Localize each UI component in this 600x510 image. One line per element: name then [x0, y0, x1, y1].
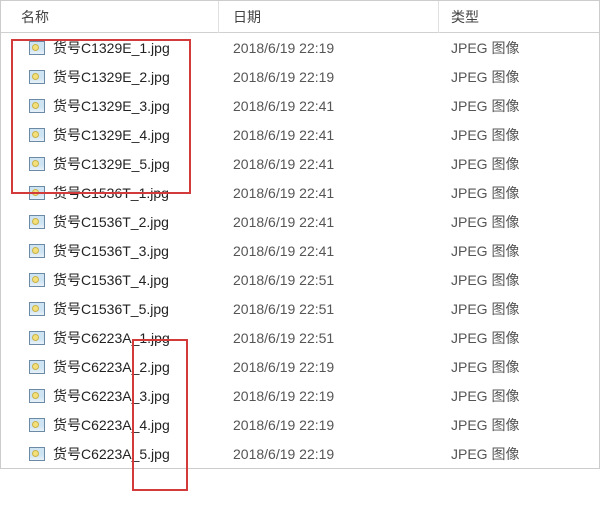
file-name-cell[interactable]: 货号C6223A_2.jpg: [1, 357, 219, 377]
file-name-cell[interactable]: 货号C1536T_5.jpg: [1, 299, 219, 319]
file-explorer-window: 名称 日期 类型 货号C1329E_1.jpg2018/6/19 22:19JP…: [0, 0, 600, 469]
file-name-text: 货号C6223A_1.jpg: [53, 328, 170, 348]
file-row[interactable]: 货号C1329E_2.jpg 2018/6/19 22:19JPEG 图像: [1, 62, 599, 91]
image-file-icon: [29, 157, 45, 171]
image-file-icon: [29, 418, 45, 432]
file-date-cell: 2018/6/19 22:51: [219, 330, 439, 346]
file-type-cell: JPEG 图像: [439, 67, 599, 87]
file-date-cell: 2018/6/19 22:19: [219, 69, 439, 85]
image-file-icon: [29, 331, 45, 345]
file-type-cell: JPEG 图像: [439, 328, 599, 348]
file-row[interactable]: 货号C1536T_5.jpg 2018/6/19 22:51JPEG 图像: [1, 294, 599, 323]
file-date-cell: 2018/6/19 22:51: [219, 301, 439, 317]
file-name-cell[interactable]: 货号C6223A_3.jpg: [1, 386, 219, 406]
column-header-name[interactable]: 名称: [1, 1, 219, 33]
file-type-cell: JPEG 图像: [439, 386, 599, 406]
image-file-icon: [29, 447, 45, 461]
file-date-cell: 2018/6/19 22:19: [219, 446, 439, 462]
file-date-cell: 2018/6/19 22:19: [219, 417, 439, 433]
file-name-cell[interactable]: 货号C1329E_2.jpg: [1, 67, 219, 87]
file-date-cell: 2018/6/19 22:41: [219, 156, 439, 172]
file-date-cell: 2018/6/19 22:19: [219, 40, 439, 56]
file-row[interactable]: 货号C6223A_1.jpg 2018/6/19 22:51JPEG 图像: [1, 323, 599, 352]
file-name-cell[interactable]: 货号C1536T_3.jpg: [1, 241, 219, 261]
file-name-cell[interactable]: 货号C6223A_5.jpg: [1, 444, 219, 464]
image-file-icon: [29, 302, 45, 316]
file-row[interactable]: 货号C6223A_2.jpg 2018/6/19 22:19JPEG 图像: [1, 352, 599, 381]
file-row[interactable]: 货号C6223A_3.jpg 2018/6/19 22:19JPEG 图像: [1, 381, 599, 410]
file-date-cell: 2018/6/19 22:41: [219, 214, 439, 230]
file-row[interactable]: 货号C6223A_5.jpg 2018/6/19 22:19JPEG 图像: [1, 439, 599, 468]
file-name-cell[interactable]: 货号C1329E_1.jpg: [1, 38, 219, 58]
image-file-icon: [29, 244, 45, 258]
image-file-icon: [29, 99, 45, 113]
file-date-cell: 2018/6/19 22:19: [219, 359, 439, 375]
file-name-cell[interactable]: 货号C1329E_3.jpg: [1, 96, 219, 116]
column-header-row: 名称 日期 类型: [1, 1, 599, 33]
image-file-icon: [29, 128, 45, 142]
file-name-text: 货号C1536T_1.jpg: [53, 183, 169, 203]
file-name-text: 货号C6223A_5.jpg: [53, 444, 170, 464]
image-file-icon: [29, 70, 45, 84]
file-type-cell: JPEG 图像: [439, 357, 599, 377]
file-type-cell: JPEG 图像: [439, 444, 599, 464]
file-name-text: 货号C1536T_5.jpg: [53, 299, 169, 319]
file-date-cell: 2018/6/19 22:41: [219, 127, 439, 143]
image-file-icon: [29, 273, 45, 287]
file-name-cell[interactable]: 货号C1536T_2.jpg: [1, 212, 219, 232]
file-name-text: 货号C1329E_4.jpg: [53, 125, 170, 145]
file-row[interactable]: 货号C6223A_4.jpg 2018/6/19 22:19JPEG 图像: [1, 410, 599, 439]
file-type-cell: JPEG 图像: [439, 183, 599, 203]
file-type-cell: JPEG 图像: [439, 96, 599, 116]
file-name-text: 货号C1536T_2.jpg: [53, 212, 169, 232]
file-date-cell: 2018/6/19 22:41: [219, 98, 439, 114]
file-date-cell: 2018/6/19 22:41: [219, 185, 439, 201]
image-file-icon: [29, 215, 45, 229]
file-name-text: 货号C6223A_3.jpg: [53, 386, 170, 406]
file-row[interactable]: 货号C1536T_1.jpg 2018/6/19 22:41JPEG 图像: [1, 178, 599, 207]
file-name-text: 货号C1329E_3.jpg: [53, 96, 170, 116]
file-row[interactable]: 货号C1329E_3.jpg 2018/6/19 22:41JPEG 图像: [1, 91, 599, 120]
file-list: 货号C1329E_1.jpg2018/6/19 22:19JPEG 图像货号C1…: [1, 33, 599, 468]
file-type-cell: JPEG 图像: [439, 38, 599, 58]
file-row[interactable]: 货号C1329E_5.jpg 2018/6/19 22:41JPEG 图像: [1, 149, 599, 178]
file-name-cell[interactable]: 货号C1536T_1.jpg: [1, 183, 219, 203]
image-file-icon: [29, 360, 45, 374]
file-name-cell[interactable]: 货号C1329E_4.jpg: [1, 125, 219, 145]
file-type-cell: JPEG 图像: [439, 125, 599, 145]
file-type-cell: JPEG 图像: [439, 241, 599, 261]
file-type-cell: JPEG 图像: [439, 299, 599, 319]
file-row[interactable]: 货号C1329E_1.jpg 2018/6/19 22:19JPEG 图像: [1, 33, 599, 62]
column-header-date[interactable]: 日期: [219, 1, 439, 33]
image-file-icon: [29, 186, 45, 200]
image-file-icon: [29, 41, 45, 55]
file-name-text: 货号C6223A_2.jpg: [53, 357, 170, 377]
file-row[interactable]: 货号C1536T_2.jpg 2018/6/19 22:41JPEG 图像: [1, 207, 599, 236]
file-type-cell: JPEG 图像: [439, 270, 599, 290]
column-header-type[interactable]: 类型: [439, 1, 599, 33]
file-row[interactable]: 货号C1329E_4.jpg 2018/6/19 22:41JPEG 图像: [1, 120, 599, 149]
file-name-cell[interactable]: 货号C6223A_4.jpg: [1, 415, 219, 435]
file-name-text: 货号C1329E_5.jpg: [53, 154, 170, 174]
file-row[interactable]: 货号C1536T_4.jpg 2018/6/19 22:51JPEG 图像: [1, 265, 599, 294]
file-name-cell[interactable]: 货号C1329E_5.jpg: [1, 154, 219, 174]
file-name-cell[interactable]: 货号C6223A_1.jpg: [1, 328, 219, 348]
file-name-cell[interactable]: 货号C1536T_4.jpg: [1, 270, 219, 290]
file-date-cell: 2018/6/19 22:19: [219, 388, 439, 404]
file-name-text: 货号C1536T_3.jpg: [53, 241, 169, 261]
file-date-cell: 2018/6/19 22:51: [219, 272, 439, 288]
file-name-text: 货号C1536T_4.jpg: [53, 270, 169, 290]
file-row[interactable]: 货号C1536T_3.jpg 2018/6/19 22:41JPEG 图像: [1, 236, 599, 265]
file-name-text: 货号C1329E_1.jpg: [53, 38, 170, 58]
file-type-cell: JPEG 图像: [439, 212, 599, 232]
file-type-cell: JPEG 图像: [439, 154, 599, 174]
file-type-cell: JPEG 图像: [439, 415, 599, 435]
file-name-text: 货号C1329E_2.jpg: [53, 67, 170, 87]
image-file-icon: [29, 389, 45, 403]
file-date-cell: 2018/6/19 22:41: [219, 243, 439, 259]
file-name-text: 货号C6223A_4.jpg: [53, 415, 170, 435]
